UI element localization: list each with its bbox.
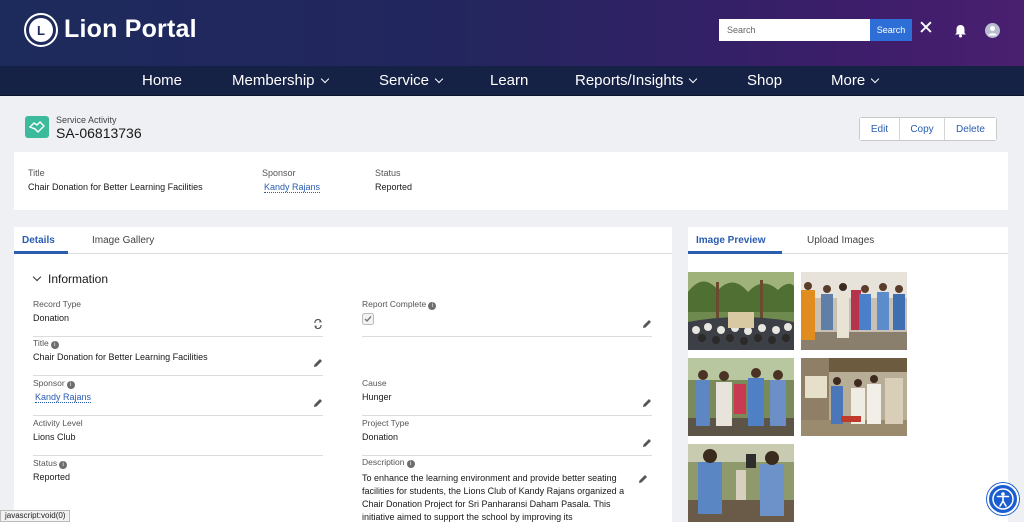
tab-upload-images[interactable]: Upload Images — [807, 235, 874, 246]
gallery-image-4[interactable] — [801, 358, 907, 436]
nav-service[interactable]: Service — [379, 72, 444, 89]
active-tab-indicator — [688, 251, 782, 254]
search-input[interactable] — [719, 19, 870, 41]
field-cause: Cause Hunger — [362, 378, 652, 416]
brand-title[interactable]: Lion Portal — [64, 15, 197, 44]
info-icon[interactable]: i — [428, 302, 437, 310]
field-record-type: Record Type Donation — [33, 299, 323, 337]
nav-reports-insights[interactable]: Reports/Insights — [575, 72, 698, 89]
nav-membership[interactable]: Membership — [232, 72, 329, 89]
summary-sponsor-label: Sponsor — [262, 168, 296, 178]
delete-button[interactable]: Delete — [945, 118, 996, 140]
chevron-down-icon — [689, 74, 698, 84]
summary-title-label: Title — [28, 168, 45, 178]
field-report-complete: Report Complete i — [362, 299, 652, 337]
gallery-image-1[interactable] — [688, 272, 794, 350]
field-title: Title i Chair Donation for Better Learnin… — [33, 338, 323, 376]
edit-project-type-pencil-icon[interactable] — [642, 438, 652, 448]
summary-sponsor-link[interactable]: Kandy Rajans — [264, 182, 321, 193]
nav-learn[interactable]: Learn — [490, 72, 528, 89]
lions-logo-icon[interactable]: L — [24, 13, 58, 47]
record-actions: Edit Copy Delete — [859, 117, 997, 141]
top-header: L Lion Portal Search ✕ — [0, 0, 1024, 66]
field-activity-level: Activity Level Lions Club — [33, 418, 323, 456]
active-tab-indicator — [14, 251, 68, 254]
info-icon[interactable]: i — [66, 381, 75, 389]
close-icon[interactable]: ✕ — [918, 19, 934, 39]
bell-icon[interactable] — [954, 24, 967, 38]
info-icon[interactable]: i — [406, 460, 415, 468]
nav-home[interactable]: Home — [142, 72, 182, 89]
edit-button[interactable]: Edit — [860, 118, 900, 140]
edit-description-pencil-icon[interactable] — [638, 474, 648, 484]
service-activity-icon — [25, 116, 49, 138]
tab-details[interactable]: Details — [22, 235, 55, 246]
record-id: SA-06813736 — [56, 125, 142, 141]
chevron-down-icon — [32, 272, 42, 282]
images-panel: Image Preview Upload Images — [688, 227, 1008, 522]
report-complete-checkbox[interactable] — [362, 313, 374, 325]
gallery-image-3[interactable] — [688, 358, 794, 436]
image-tabs: Image Preview Upload Images — [688, 227, 1008, 254]
details-panel: Details Image Gallery Information Record… — [14, 227, 672, 522]
user-avatar-icon[interactable] — [985, 23, 1000, 38]
browser-status-bar: javascript:void(0) — [0, 510, 71, 522]
tab-image-preview[interactable]: Image Preview — [696, 235, 765, 246]
summary-status-value: Reported — [375, 182, 413, 192]
change-record-type-icon[interactable] — [313, 319, 323, 329]
search-bar: Search — [719, 19, 912, 41]
summary-title-value: Chair Donation for Better Learning Facil… — [28, 182, 203, 192]
edit-sponsor-pencil-icon[interactable] — [313, 398, 323, 408]
details-tabs: Details Image Gallery — [14, 227, 672, 254]
sponsor-link[interactable]: Kandy Rajans — [35, 392, 92, 403]
nav-shop[interactable]: Shop — [747, 72, 782, 89]
chevron-down-icon — [320, 74, 329, 84]
edit-title-pencil-icon[interactable] — [313, 358, 323, 368]
field-project-type: Project Type Donation — [362, 418, 652, 456]
copy-button[interactable]: Copy — [900, 118, 945, 140]
record-type-label: Service Activity — [56, 115, 117, 125]
chevron-down-icon — [870, 74, 880, 84]
accessibility-icon[interactable] — [987, 483, 1019, 515]
tab-image-gallery[interactable]: Image Gallery — [92, 235, 154, 246]
main-nav: Home Membership Service Learn Reports/In… — [0, 66, 1024, 96]
field-description: Description i To enhance the learning env… — [362, 457, 652, 522]
field-status: Status i Reported — [33, 458, 71, 482]
gallery-image-5[interactable] — [688, 444, 794, 522]
summary-status-label: Status — [375, 168, 401, 178]
record-summary: Title Chair Donation for Better Learning… — [14, 152, 1008, 210]
info-icon[interactable]: i — [59, 461, 68, 469]
search-button[interactable]: Search — [870, 19, 912, 41]
field-sponsor: Sponsor i Kandy Rajans — [33, 378, 323, 416]
description-text: To enhance the learning environment and … — [362, 473, 625, 522]
gallery-image-2[interactable] — [801, 272, 907, 350]
edit-report-complete-pencil-icon[interactable] — [642, 319, 652, 329]
information-section-toggle[interactable]: Information — [32, 272, 108, 286]
nav-more[interactable]: More — [831, 72, 880, 89]
chevron-down-icon — [434, 74, 444, 84]
edit-cause-pencil-icon[interactable] — [642, 398, 652, 408]
summary-sponsor-wrap: Kandy Rajans — [264, 182, 321, 193]
info-icon[interactable]: i — [50, 341, 59, 349]
